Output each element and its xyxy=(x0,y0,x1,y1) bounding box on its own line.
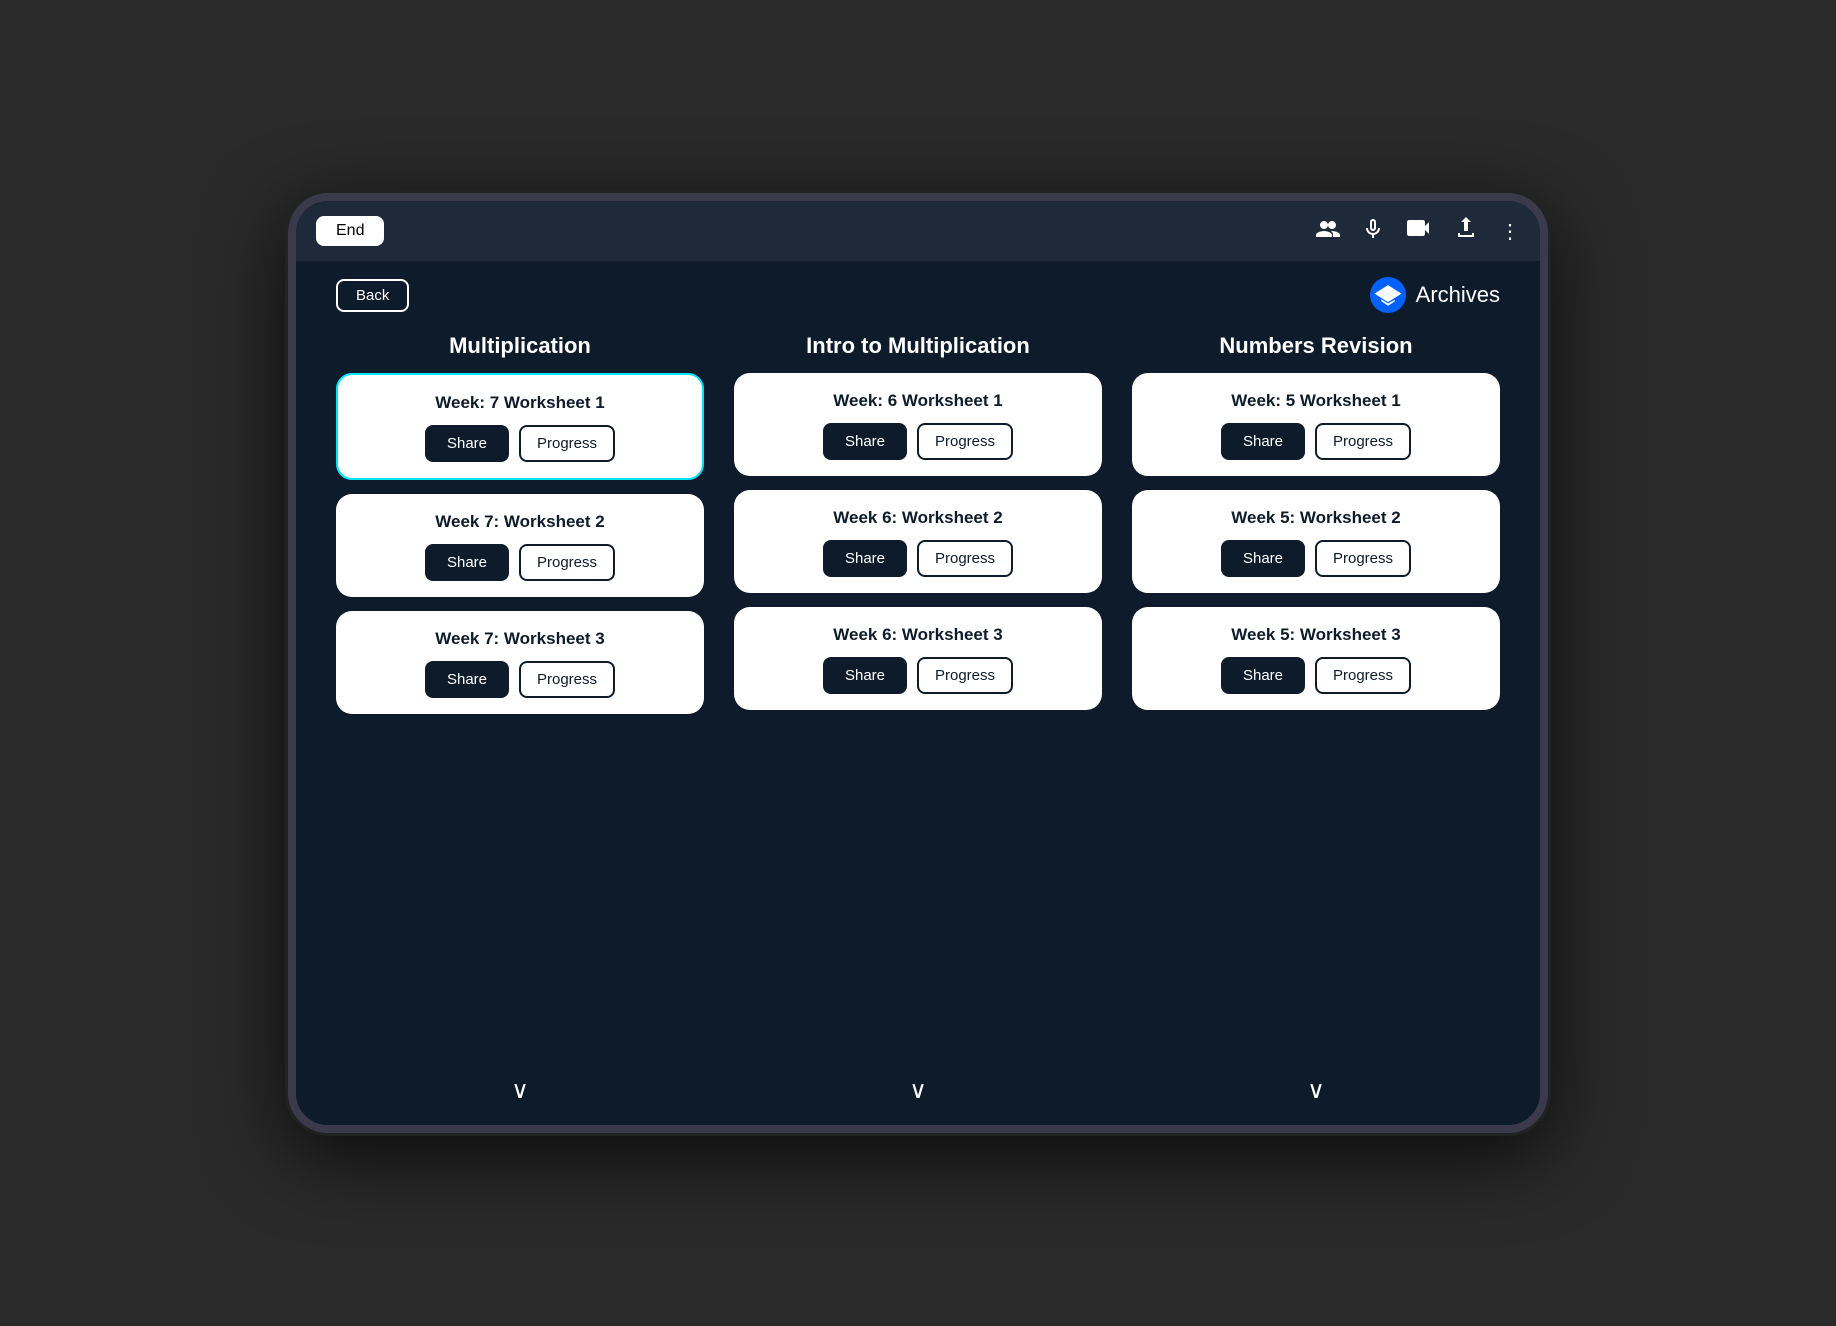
cards-list-intro: Week: 6 Worksheet 1 Share Progress Week … xyxy=(734,373,1102,1068)
share-button[interactable]: Share xyxy=(823,657,907,694)
system-bar: End ⋮ xyxy=(296,201,1540,261)
card-intro-3: Week 6: Worksheet 3 Share Progress xyxy=(734,607,1102,710)
card-numbers-1: Week: 5 Worksheet 1 Share Progress xyxy=(1132,373,1500,476)
share-button[interactable]: Share xyxy=(1221,540,1305,577)
mic-icon[interactable] xyxy=(1364,216,1382,246)
column-multiplication: Multiplication Week: 7 Worksheet 1 Share… xyxy=(336,333,704,1105)
column-intro-multiplication: Intro to Multiplication Week: 6 Workshee… xyxy=(734,333,1102,1105)
card-buttons: Share Progress xyxy=(356,544,684,581)
card-title: Week 5: Worksheet 2 xyxy=(1152,508,1480,528)
share-button[interactable]: Share xyxy=(823,540,907,577)
people-icon[interactable] xyxy=(1316,218,1340,244)
card-buttons: Share Progress xyxy=(1152,657,1480,694)
share-button[interactable]: Share xyxy=(425,661,509,698)
card-multiplication-1: Week: 7 Worksheet 1 Share Progress xyxy=(336,373,704,480)
dropbox-icon xyxy=(1370,277,1406,313)
card-title: Week 7: Worksheet 3 xyxy=(356,629,684,649)
end-button[interactable]: End xyxy=(316,216,384,246)
column-title-intro: Intro to Multiplication xyxy=(734,333,1102,359)
progress-button[interactable]: Progress xyxy=(917,657,1013,694)
card-multiplication-3: Week 7: Worksheet 3 Share Progress xyxy=(336,611,704,714)
card-multiplication-2: Week 7: Worksheet 2 Share Progress xyxy=(336,494,704,597)
progress-button[interactable]: Progress xyxy=(917,423,1013,460)
chevron-down-numbers[interactable]: ∨ xyxy=(1132,1076,1500,1105)
more-icon[interactable]: ⋮ xyxy=(1500,219,1520,244)
cards-list-multiplication: Week: 7 Worksheet 1 Share Progress Week … xyxy=(336,373,704,1068)
card-title: Week 6: Worksheet 3 xyxy=(754,625,1082,645)
progress-button[interactable]: Progress xyxy=(1315,657,1411,694)
share-button[interactable]: Share xyxy=(425,425,509,462)
card-buttons: Share Progress xyxy=(1152,540,1480,577)
card-title: Week: 6 Worksheet 1 xyxy=(754,391,1082,411)
camera-icon[interactable] xyxy=(1406,219,1432,243)
card-title: Week: 7 Worksheet 1 xyxy=(358,393,682,413)
share-button[interactable]: Share xyxy=(823,423,907,460)
share-button[interactable]: Share xyxy=(1221,657,1305,694)
share-button[interactable]: Share xyxy=(1221,423,1305,460)
card-intro-1: Week: 6 Worksheet 1 Share Progress xyxy=(734,373,1102,476)
columns-container: Multiplication Week: 7 Worksheet 1 Share… xyxy=(336,333,1500,1105)
card-title: Week 7: Worksheet 2 xyxy=(356,512,684,532)
archives-label: Archives xyxy=(1416,282,1500,308)
share-icon[interactable] xyxy=(1456,216,1476,246)
progress-button[interactable]: Progress xyxy=(519,661,615,698)
card-title: Week 6: Worksheet 2 xyxy=(754,508,1082,528)
archives-section: Archives xyxy=(1370,277,1500,313)
system-icons: ⋮ xyxy=(1316,216,1520,246)
card-buttons: Share Progress xyxy=(754,657,1082,694)
chevron-down-multiplication[interactable]: ∨ xyxy=(336,1076,704,1105)
card-buttons: Share Progress xyxy=(356,661,684,698)
card-intro-2: Week 6: Worksheet 2 Share Progress xyxy=(734,490,1102,593)
card-numbers-2: Week 5: Worksheet 2 Share Progress xyxy=(1132,490,1500,593)
nav-bar: Back Archives xyxy=(336,277,1500,313)
card-buttons: Share Progress xyxy=(754,540,1082,577)
main-area: Back Archives Multiplication xyxy=(296,261,1540,1125)
cards-list-numbers: Week: 5 Worksheet 1 Share Progress Week … xyxy=(1132,373,1500,1068)
column-numbers-revision: Numbers Revision Week: 5 Worksheet 1 Sha… xyxy=(1132,333,1500,1105)
card-buttons: Share Progress xyxy=(358,425,682,462)
chevron-down-intro[interactable]: ∨ xyxy=(734,1076,1102,1105)
column-title-numbers: Numbers Revision xyxy=(1132,333,1500,359)
progress-button[interactable]: Progress xyxy=(917,540,1013,577)
card-numbers-3: Week 5: Worksheet 3 Share Progress xyxy=(1132,607,1500,710)
share-button[interactable]: Share xyxy=(425,544,509,581)
progress-button[interactable]: Progress xyxy=(1315,540,1411,577)
card-buttons: Share Progress xyxy=(754,423,1082,460)
progress-button[interactable]: Progress xyxy=(519,425,615,462)
card-title: Week 5: Worksheet 3 xyxy=(1152,625,1480,645)
progress-button[interactable]: Progress xyxy=(519,544,615,581)
progress-button[interactable]: Progress xyxy=(1315,423,1411,460)
card-buttons: Share Progress xyxy=(1152,423,1480,460)
tablet-frame: End ⋮ xyxy=(288,193,1548,1133)
card-title: Week: 5 Worksheet 1 xyxy=(1152,391,1480,411)
column-title-multiplication: Multiplication xyxy=(336,333,704,359)
back-button[interactable]: Back xyxy=(336,279,409,312)
